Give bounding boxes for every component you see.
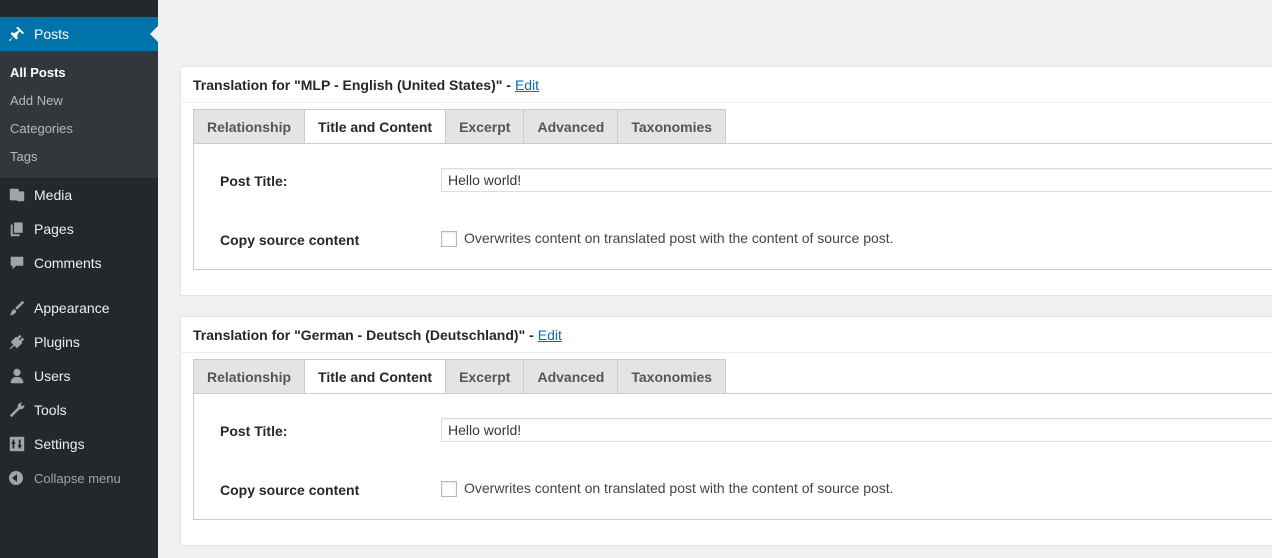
- tab-advanced[interactable]: Advanced: [523, 359, 618, 394]
- posts-submenu: All Posts Add New Categories Tags: [0, 51, 158, 178]
- tab-title-and-content[interactable]: Title and Content: [304, 109, 446, 144]
- post-title-label: Post Title:: [220, 173, 288, 189]
- translation-heading-text: Translation for "German - Deutsch (Deuts…: [193, 326, 534, 343]
- menu-comments[interactable]: Comments: [0, 246, 158, 280]
- tab-panel: Post Title: Hello world! Copy source con…: [193, 393, 1272, 520]
- settings-icon: [0, 427, 34, 461]
- tab-title-and-content[interactable]: Title and Content: [304, 359, 446, 394]
- edit-link[interactable]: Edit: [515, 77, 539, 93]
- tab-bar: Relationship Title and Content Excerpt A…: [193, 109, 727, 144]
- post-title-input[interactable]: Hello world!: [441, 418, 1272, 442]
- post-title-input[interactable]: Hello world!: [441, 168, 1272, 192]
- pin-icon: [0, 17, 34, 51]
- menu-settings[interactable]: Settings: [0, 427, 158, 461]
- copy-source-checkbox[interactable]: [441, 481, 457, 497]
- tab-relationship[interactable]: Relationship: [193, 359, 305, 394]
- menu-comments-label: Comments: [34, 255, 102, 271]
- submenu-tags[interactable]: Tags: [10, 149, 37, 164]
- post-title-label: Post Title:: [220, 423, 288, 439]
- tab-excerpt[interactable]: Excerpt: [445, 109, 524, 144]
- copy-source-label: Copy source content: [220, 482, 360, 498]
- translation-heading: Translation for "MLP - English (United S…: [181, 67, 1272, 103]
- current-menu-arrow: [150, 26, 158, 42]
- collapse-menu-label: Collapse menu: [34, 470, 121, 486]
- submenu-add-new[interactable]: Add New: [10, 93, 63, 108]
- menu-users[interactable]: Users: [0, 359, 158, 393]
- admin-sidebar: Posts All Posts Add New Categories Tags …: [0, 0, 158, 558]
- pages-icon: [0, 212, 34, 246]
- menu-pages[interactable]: Pages: [0, 212, 158, 246]
- menu-users-label: Users: [34, 368, 71, 384]
- menu-settings-label: Settings: [34, 436, 85, 452]
- menu-plugins-label: Plugins: [34, 334, 80, 350]
- tab-excerpt[interactable]: Excerpt: [445, 359, 524, 394]
- paintbrush-icon: [0, 291, 34, 325]
- translation-heading: Translation for "German - Deutsch (Deuts…: [181, 317, 1272, 353]
- tab-taxonomies[interactable]: Taxonomies: [617, 109, 727, 144]
- submenu-all-posts[interactable]: All Posts: [10, 65, 66, 80]
- comment-icon: [0, 246, 34, 280]
- menu-appearance[interactable]: Appearance: [0, 291, 158, 325]
- tab-panel: Post Title: Hello world! Copy source con…: [193, 143, 1272, 270]
- menu-media-label: Media: [34, 187, 73, 203]
- translation-heading-text: Translation for "MLP - English (United S…: [193, 76, 511, 93]
- menu-media[interactable]: Media: [0, 178, 158, 212]
- plugin-icon: [0, 325, 34, 359]
- menu-posts-label: Posts: [34, 26, 70, 42]
- edit-link[interactable]: Edit: [538, 327, 562, 343]
- menu-posts[interactable]: Posts: [0, 17, 158, 51]
- collapse-menu-button[interactable]: Collapse menu: [0, 466, 121, 490]
- menu-appearance-label: Appearance: [34, 300, 110, 316]
- copy-source-description: Overwrites content on translated post wi…: [464, 480, 894, 496]
- copy-source-description: Overwrites content on translated post wi…: [464, 230, 894, 246]
- wrench-icon: [0, 393, 34, 427]
- collapse-arrow-icon: [9, 471, 23, 485]
- menu-tools[interactable]: Tools: [0, 393, 158, 427]
- copy-source-label: Copy source content: [220, 232, 360, 248]
- tab-taxonomies[interactable]: Taxonomies: [617, 359, 727, 394]
- media-icon: [0, 178, 34, 212]
- tab-bar: Relationship Title and Content Excerpt A…: [193, 359, 727, 394]
- translation-box-german: Translation for "German - Deutsch (Deuts…: [180, 316, 1272, 546]
- user-icon: [0, 359, 34, 393]
- submenu-categories[interactable]: Categories: [10, 121, 73, 136]
- translation-box-english: Translation for "MLP - English (United S…: [180, 66, 1272, 296]
- menu-plugins[interactable]: Plugins: [0, 325, 158, 359]
- tab-relationship[interactable]: Relationship: [193, 109, 305, 144]
- copy-source-checkbox[interactable]: [441, 231, 457, 247]
- tab-advanced[interactable]: Advanced: [523, 109, 618, 144]
- menu-tools-label: Tools: [34, 402, 67, 418]
- menu-pages-label: Pages: [34, 221, 74, 237]
